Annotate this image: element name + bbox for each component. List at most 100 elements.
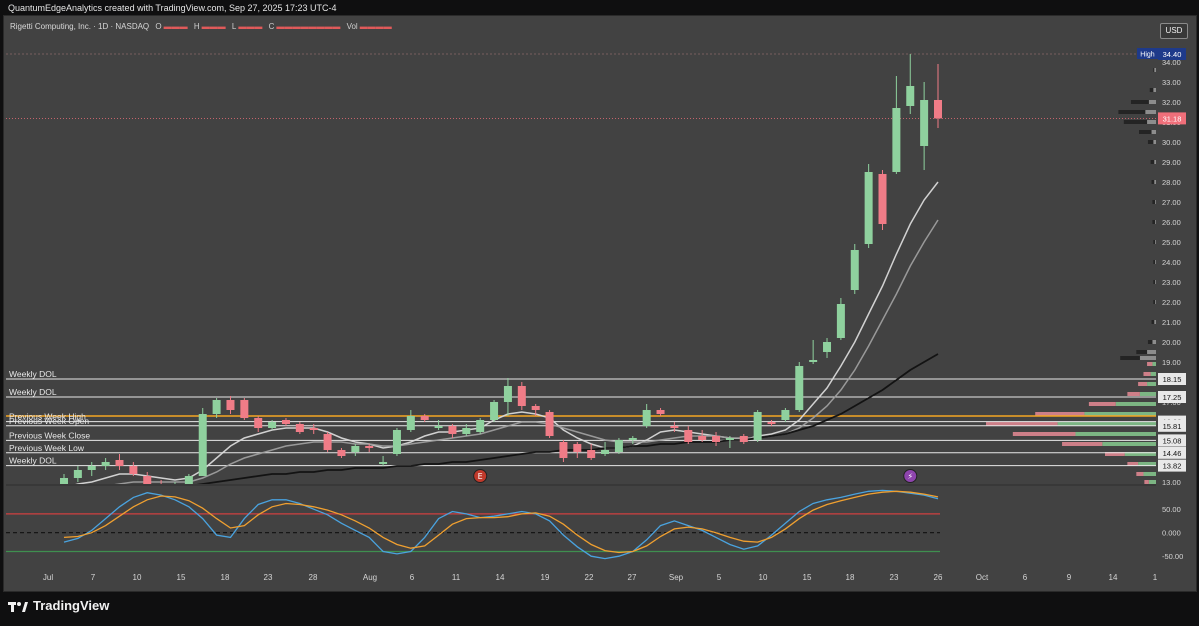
candle-body	[628, 438, 637, 440]
candle-body	[351, 446, 360, 452]
price-axis-tick: 28.00	[1162, 178, 1181, 187]
date-axis-tick: 15	[177, 573, 186, 582]
volume-profile-buy-bar	[1154, 180, 1156, 184]
volume-profile-buy-bar	[1148, 480, 1156, 484]
candle-body	[850, 250, 859, 290]
candle-body	[240, 400, 249, 418]
tradingview-chart-window: { "caption": "QuantumEdgeAnalytics creat…	[0, 0, 1199, 626]
oscillator-k-line	[63, 489, 939, 560]
candle-body	[101, 462, 110, 466]
volume-profile-buy-bar	[1155, 280, 1156, 284]
price-axis-tick: 25.00	[1162, 238, 1181, 247]
volume-profile-sell-bar	[1136, 350, 1148, 354]
candle-body	[254, 418, 263, 428]
date-axis-tick: 6	[410, 573, 415, 582]
oscillator-axis-tick: -50.00	[1162, 552, 1183, 561]
volume-profile-sell-bar	[1147, 140, 1154, 144]
volume-profile-sell-bar	[1120, 356, 1140, 360]
volume-profile-sell-bar	[1127, 392, 1140, 396]
candle-body	[559, 442, 568, 458]
date-axis-tick: 18	[846, 573, 855, 582]
candle-body	[684, 430, 693, 442]
date-axis-tick: 10	[133, 573, 142, 582]
candle-body	[698, 436, 707, 440]
date-axis-tick: 18	[221, 573, 230, 582]
candle-body	[448, 426, 457, 434]
event-marker-glyph: E	[478, 472, 483, 481]
candle-body	[836, 304, 845, 338]
volume-profile-sell-bar	[1147, 362, 1153, 366]
price-axis-tick: 29.00	[1162, 158, 1181, 167]
volume-profile-sell-bar	[1088, 402, 1116, 406]
volume-profile-sell-bar	[1136, 472, 1144, 476]
volume-profile-sell-bar	[1118, 110, 1146, 114]
price-label-text: 34.40	[1163, 50, 1182, 59]
level-label: Previous Week Low	[9, 443, 85, 453]
candle-body	[379, 462, 388, 464]
candle-body	[642, 410, 651, 426]
date-axis-tick: 6	[1023, 573, 1028, 582]
date-axis-tick: 7	[91, 573, 96, 582]
candle-body	[226, 400, 235, 410]
volume-profile-sell-bar	[1153, 300, 1156, 304]
candle-body	[670, 426, 679, 428]
candle-body	[614, 440, 623, 452]
candle-body	[212, 400, 221, 414]
volume-profile-sell-bar	[1012, 432, 1076, 436]
date-axis-tick: 14	[1109, 573, 1118, 582]
oscillator-axis-tick: 0.000	[1162, 529, 1181, 538]
candle-body	[476, 420, 485, 432]
candle-body	[809, 360, 818, 362]
candle-body	[601, 450, 610, 454]
candle-body	[420, 416, 429, 420]
volume-profile-buy-bar	[1155, 300, 1156, 304]
volume-profile-buy-bar	[1151, 130, 1156, 134]
candle-body	[517, 386, 526, 406]
date-axis-tick: 9	[1067, 573, 1072, 582]
price-label-text: 13.82	[1163, 462, 1182, 471]
candle-body	[573, 444, 582, 452]
candle-body	[656, 410, 665, 414]
volume-profile-buy-bar	[1147, 120, 1156, 124]
date-axis-tick: 10	[759, 573, 768, 582]
date-axis-tick: Sep	[669, 573, 684, 582]
event-marker-glyph: ⚡	[907, 472, 913, 481]
date-axis-tick: 19	[541, 573, 550, 582]
level-label: Previous Week Close	[9, 430, 90, 440]
volume-profile-sell-bar	[1153, 260, 1156, 264]
price-label-text: 18.15	[1163, 375, 1182, 384]
price-label-text: 14.46	[1163, 449, 1182, 458]
level-label: Weekly DOL	[9, 369, 57, 379]
candle-body	[129, 466, 138, 474]
candle-body	[73, 470, 82, 478]
volume-profile-buy-bar	[1145, 110, 1156, 114]
volume-profile-buy-bar	[1147, 382, 1156, 386]
candle-body	[87, 466, 96, 470]
candle-body	[503, 386, 512, 402]
date-axis-tick: 27	[628, 573, 637, 582]
candle-body	[198, 414, 207, 476]
price-axis-tick: 32.00	[1162, 98, 1181, 107]
high-tag-label: High	[1140, 52, 1155, 59]
candle-body	[268, 422, 277, 428]
tradingview-logo-icon	[8, 601, 28, 612]
volume-profile-buy-bar	[1155, 240, 1156, 244]
candle-body	[295, 424, 304, 432]
candle-body	[434, 426, 443, 428]
candle-body	[795, 366, 804, 410]
candle-body	[337, 450, 346, 456]
volume-profile-sell-bar	[1153, 68, 1155, 72]
volume-profile-buy-bar	[1155, 260, 1156, 264]
candle-body	[906, 86, 915, 106]
level-label: Previous Week Open	[9, 416, 89, 426]
price-label-text: 31.18	[1163, 114, 1182, 123]
price-axis-tick: 24.00	[1162, 258, 1181, 267]
volume-profile-sell-bar	[1153, 240, 1156, 244]
volume-profile-buy-bar	[1152, 362, 1156, 366]
volume-profile-buy-bar	[1147, 350, 1156, 354]
candle-body	[143, 476, 152, 484]
volume-profile-buy-bar	[1154, 320, 1156, 324]
candle-body	[767, 422, 776, 424]
price-axis-tick: 22.00	[1162, 298, 1181, 307]
date-axis-tick: 26	[934, 573, 943, 582]
